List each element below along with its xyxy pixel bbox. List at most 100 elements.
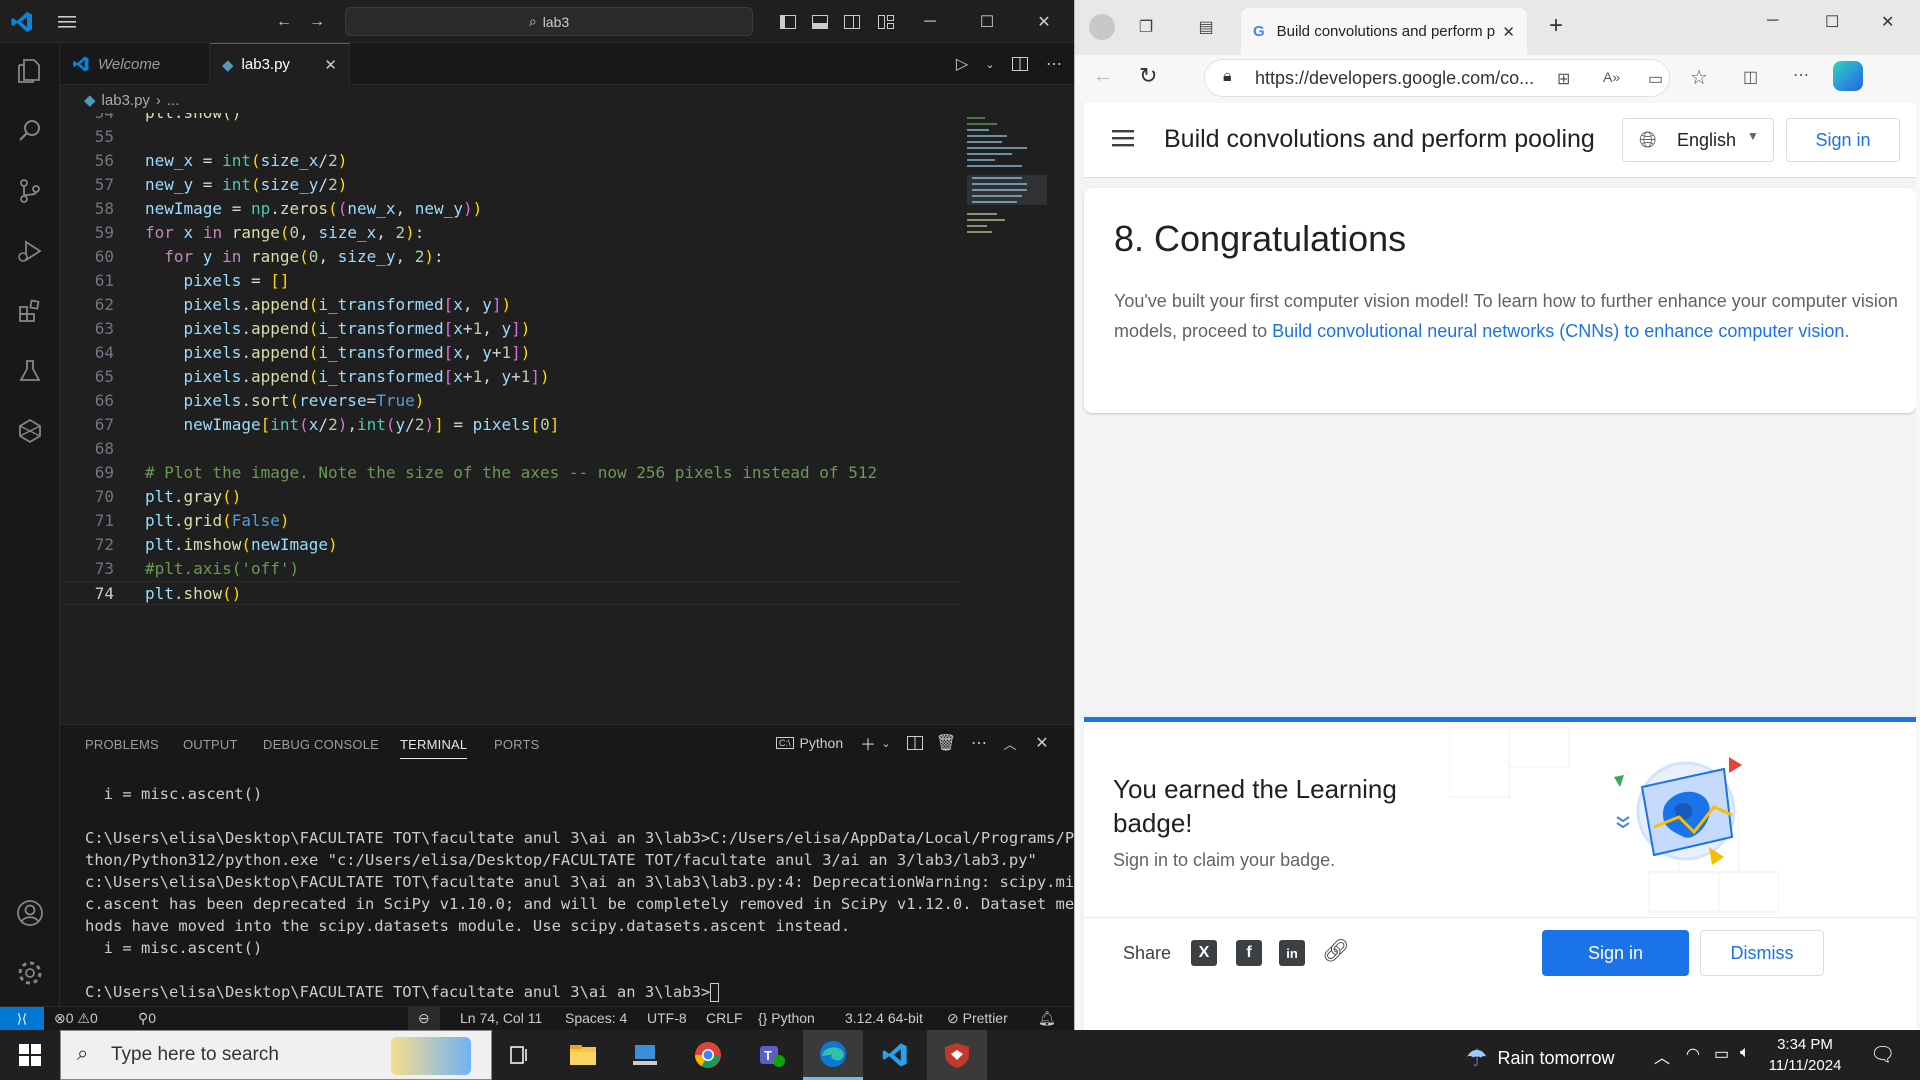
facebook-icon[interactable]: f [1236,940,1262,966]
read-aloud-icon[interactable]: A» [1603,69,1620,85]
source-control-icon[interactable] [12,173,48,209]
breadcrumb-symbols[interactable]: ... [167,92,180,109]
split-terminal-icon[interactable] [903,731,927,755]
volume-icon[interactable]: 🔈︎ [1740,1044,1750,1062]
split-screen-icon[interactable]: ◫ [1743,67,1758,87]
settings-more-icon[interactable]: ⋯ [1793,65,1809,85]
security-app-icon[interactable] [927,1030,987,1080]
code-editor[interactable]: 54plt.show() 55 56new_x = int(size_x/2) … [60,113,1074,723]
wifi-icon[interactable]: ◠ [1686,1044,1700,1064]
close-tab-icon[interactable]: ✕ [324,56,337,74]
panel-more-actions-icon[interactable]: ⋯ [967,731,991,755]
testing-flask-icon[interactable] [12,353,48,389]
close-panel-icon[interactable]: ✕ [1030,731,1054,755]
sign-in-button[interactable]: Sign in [1786,118,1900,162]
cnn-codelab-link[interactable]: Build convolutional neural networks (CNN… [1272,321,1844,341]
maximize-icon[interactable]: ☐ [1825,12,1839,32]
tab-debug-console[interactable]: DEBUG CONSOLE [263,737,379,752]
language-selector[interactable]: 🌐︎ English ▼ [1622,118,1774,162]
x-twitter-icon[interactable]: X [1191,940,1217,966]
task-view-icon[interactable] [490,1030,550,1080]
maximize-icon[interactable]: ☐ [975,10,999,34]
show-hidden-icons-chevron-icon[interactable]: ︿ [1654,1044,1670,1068]
minimap[interactable] [962,113,1062,313]
file-explorer-icon[interactable] [553,1030,613,1080]
close-tab-icon[interactable]: ✕ [1502,23,1515,41]
breadcrumb-file[interactable]: lab3.py [102,92,150,109]
immersive-reader-icon[interactable]: ▭ [1648,69,1663,89]
remote-explorer-icon[interactable] [12,413,48,449]
vertical-tabs-icon[interactable]: ▤ [1193,14,1219,40]
teams-icon[interactable]: T [741,1030,801,1080]
back-arrow-icon[interactable]: ← [272,10,296,34]
minimize-icon[interactable]: ─ [1767,12,1778,30]
split-editor-icon[interactable] [1008,52,1032,76]
toggle-primary-sidebar-icon[interactable] [776,10,800,34]
toggle-panel-icon[interactable] [808,10,832,34]
notification-center-icon[interactable]: 🗨︎ [1870,1042,1895,1067]
back-arrow-icon[interactable]: ← [1093,65,1113,88]
app-available-icon[interactable]: ⊞ [1557,69,1570,89]
indentation[interactable]: Spaces: 4 [565,1010,627,1026]
new-tab-plus-icon[interactable]: + [1549,12,1563,40]
zoom-icon[interactable]: ⊖ [408,1007,440,1030]
profile-avatar-icon[interactable] [1089,14,1115,40]
ports-status[interactable]: ⚲0 [138,1010,156,1027]
close-window-icon[interactable]: ✕ [1881,12,1894,32]
address-bar[interactable]: 🔒︎ https://developers.google.com/co... [1204,59,1670,97]
system-clock[interactable]: 3:34 PM 11/11/2024 [1760,1034,1850,1076]
tab-lab3-py[interactable]: ◆ lab3.py ✕ [210,43,350,85]
workspaces-icon[interactable]: ❐ [1133,14,1159,40]
encoding[interactable]: UTF-8 [647,1010,687,1026]
linkedin-icon[interactable]: in [1279,940,1305,966]
tab-terminal[interactable]: TERMINAL [400,737,468,759]
customize-layout-icon[interactable] [874,10,898,34]
refresh-icon[interactable]: ↻ [1139,63,1157,89]
accounts-icon[interactable] [12,895,48,931]
close-window-icon[interactable]: ✕ [1032,10,1056,34]
browser-tab-active[interactable]: G Build convolutions and perform p ✕ [1241,8,1527,55]
copilot-icon[interactable] [1833,61,1863,91]
notifications-bell-icon[interactable]: 🔔︎ [1038,1010,1056,1027]
maximize-panel-chevron-up-icon[interactable]: ︿ [998,731,1022,755]
weather-widget[interactable]: ☂ Rain tomorrow [1466,1044,1615,1073]
toggle-secondary-sidebar-icon[interactable] [840,10,864,34]
tab-output[interactable]: OUTPUT [183,737,238,752]
terminal-selector[interactable]: C:\ Python [776,735,843,751]
remote-indicator-icon[interactable]: ⟩⟨ [0,1007,44,1031]
battery-icon[interactable]: ▭ [1714,1044,1729,1064]
tab-ports[interactable]: PORTS [494,737,540,752]
forward-arrow-icon[interactable]: → [305,10,329,34]
tab-welcome[interactable]: Welcome [60,43,210,85]
vscode-taskbar-icon[interactable] [865,1030,925,1080]
minimize-icon[interactable]: ─ [918,10,942,34]
run-debug-icon[interactable] [12,233,48,269]
copy-link-icon[interactable]: 🔗︎ [1322,938,1350,964]
prettier-status[interactable]: ⊘ Prettier [947,1010,1008,1027]
edge-icon[interactable] [803,1030,863,1080]
python-interpreter[interactable]: 3.12.4 64-bit [845,1010,923,1026]
command-center-search[interactable]: ⌕ lab3 [345,7,753,36]
language-mode[interactable]: {} Python [758,1010,815,1026]
badge-sign-in-button[interactable]: Sign in [1542,930,1689,976]
search-icon[interactable] [12,113,48,149]
hamburger-menu-icon[interactable] [1112,129,1136,152]
run-python-file-icon[interactable]: ▷ [950,52,974,76]
tab-problems[interactable]: PROBLEMS [85,737,159,752]
kill-terminal-trash-icon[interactable]: 🗑 [934,731,958,755]
taskbar-search-box[interactable]: ⌕ Type here to search [60,1030,492,1080]
extensions-icon[interactable] [12,293,48,329]
settings-gear-icon[interactable] [12,955,48,991]
cursor-position[interactable]: Ln 74, Col 11 [460,1010,542,1026]
more-actions-icon[interactable]: ⋯ [1042,52,1066,76]
chrome-icon[interactable] [678,1030,738,1080]
favorite-star-icon[interactable]: ☆ [1690,65,1708,90]
run-dropdown-chevron-icon[interactable]: ⌄ [978,52,1002,76]
problems-status[interactable]: ⊗0 ⚠0 [54,1010,98,1027]
menu-icon[interactable] [55,10,79,34]
terminal-dropdown-chevron-icon[interactable]: ⌄ [874,731,898,755]
line-ending[interactable]: CRLF [706,1010,743,1026]
dismiss-button[interactable]: Dismiss [1700,930,1824,976]
start-button[interactable] [0,1030,60,1080]
network-app-icon[interactable] [615,1030,675,1080]
